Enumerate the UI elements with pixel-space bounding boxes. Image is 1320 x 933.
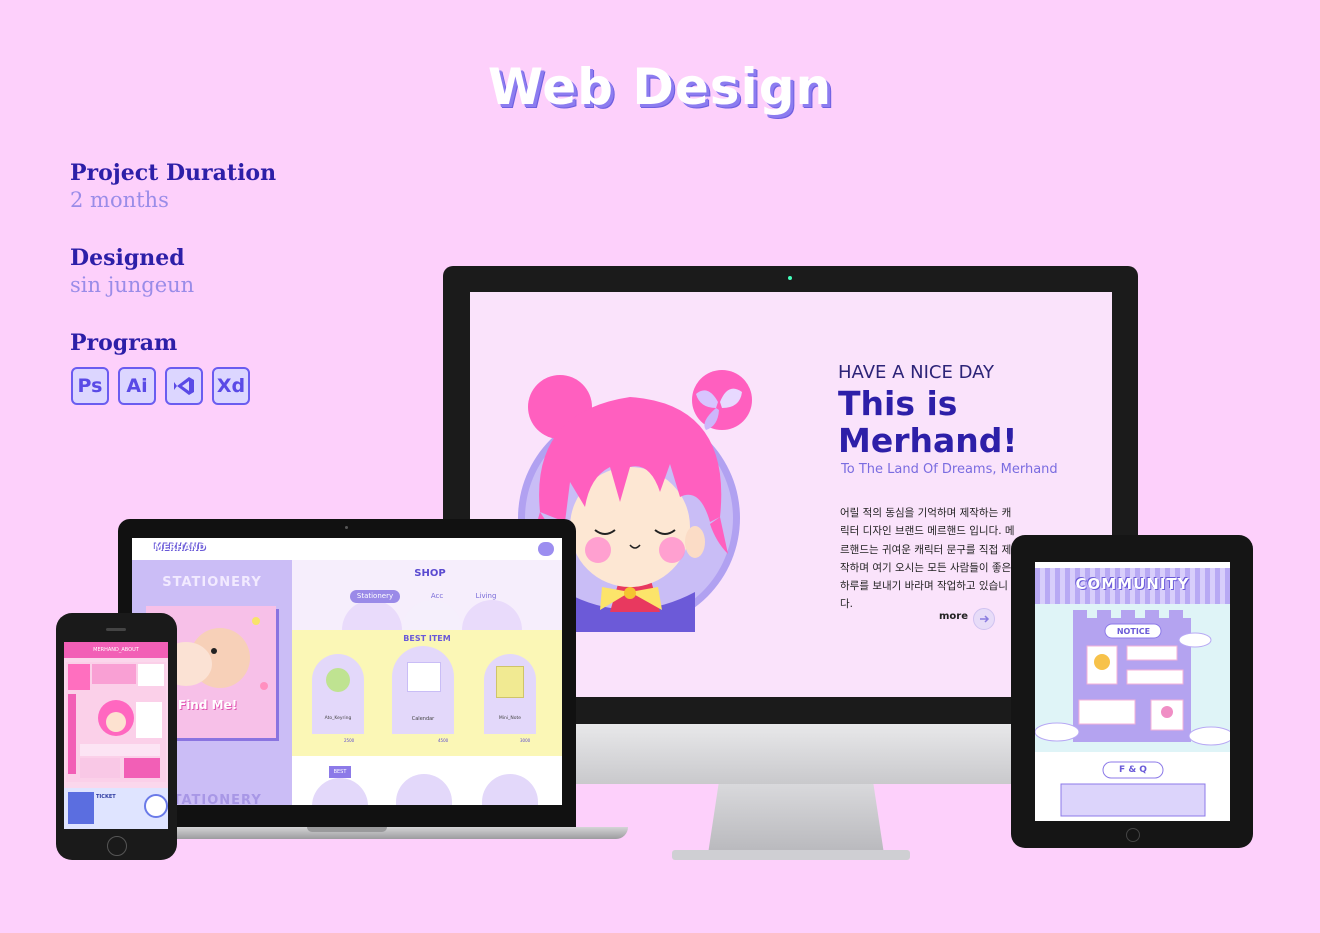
arrow-right-icon[interactable] xyxy=(973,608,995,630)
product-name: Mini_Note xyxy=(498,716,522,721)
laptop-notch xyxy=(307,827,387,832)
photoshop-icon: Ps xyxy=(71,367,109,405)
xd-icon: Xd xyxy=(212,367,250,405)
more-link[interactable]: more xyxy=(939,611,968,622)
laptop-camera xyxy=(345,526,348,529)
note-image xyxy=(496,666,524,698)
hero-tagline: To The Land Of Dreams, Merhand xyxy=(841,462,1058,477)
phone-speaker xyxy=(106,628,126,631)
tab-stationery[interactable]: Stationery xyxy=(350,590,400,603)
ticket-circle xyxy=(144,794,168,818)
page-title: Web Design xyxy=(487,58,833,116)
hero-description: 어릴 적의 동심을 기억하며 제작하는 캐릭터 디자인 브랜드 메르핸드 입니다… xyxy=(840,507,1015,611)
hero-subtitle: HAVE A NICE DAY xyxy=(838,362,995,383)
product-price: 4500 xyxy=(438,738,449,743)
phone-home-button xyxy=(107,836,127,856)
designer-label: Designed xyxy=(70,245,185,271)
faq-heading: F & Q xyxy=(1119,765,1147,775)
community-title: COMMUNITY xyxy=(1075,575,1190,593)
home-button xyxy=(1126,828,1140,842)
ticket-label: TICKET xyxy=(96,794,116,800)
duration-value: 2 months xyxy=(70,188,169,212)
desktop-stand xyxy=(708,784,884,854)
product-item[interactable] xyxy=(312,654,364,734)
product-name: Calendar xyxy=(411,716,435,722)
product-price: 3000 xyxy=(520,738,531,743)
ticket-image xyxy=(68,792,94,824)
designer-value: sin jungeun xyxy=(70,273,195,297)
about-collage xyxy=(68,664,164,778)
product-name: Ato_Keyring xyxy=(324,716,352,721)
camera-dot xyxy=(788,276,792,280)
best-badge: BEST xyxy=(329,766,351,778)
laptop-logo[interactable]: MERHAND xyxy=(154,543,206,553)
desktop-chin xyxy=(576,724,1011,784)
tablet-screen: COMMUNITY NOTICE F & Q xyxy=(1035,562,1230,821)
shop-heading: SHOP xyxy=(414,568,446,579)
keyring-image xyxy=(326,668,350,692)
phone-content xyxy=(66,662,166,782)
tab-living[interactable]: Living xyxy=(461,590,511,603)
castle-illustration xyxy=(1035,604,1230,821)
card-caption: Find Me! xyxy=(178,698,238,712)
vscode-icon xyxy=(165,367,203,405)
calendar-image xyxy=(407,662,441,692)
laptop-screen: MERHAND STATIONERY STATIONERY Find Me! S… xyxy=(132,538,562,805)
duration-label: Project Duration xyxy=(70,160,277,186)
best-item-heading: BEST ITEM xyxy=(403,634,451,643)
menu-icon[interactable] xyxy=(538,542,554,556)
hero-title: This is Merhand! xyxy=(838,384,1018,460)
product-price: 2500 xyxy=(344,738,355,743)
illustrator-icon: Ai xyxy=(118,367,156,405)
notice-heading: NOTICE xyxy=(1116,627,1151,636)
program-label: Program xyxy=(70,330,178,356)
tab-acc[interactable]: Acc xyxy=(412,590,462,603)
category-title: STATIONERY xyxy=(162,575,262,590)
phone-header-title: MERHAND_ABOUT xyxy=(93,647,139,653)
desktop-base xyxy=(672,850,910,860)
phone-screen: MERHAND_ABOUT TICKET xyxy=(64,642,168,829)
